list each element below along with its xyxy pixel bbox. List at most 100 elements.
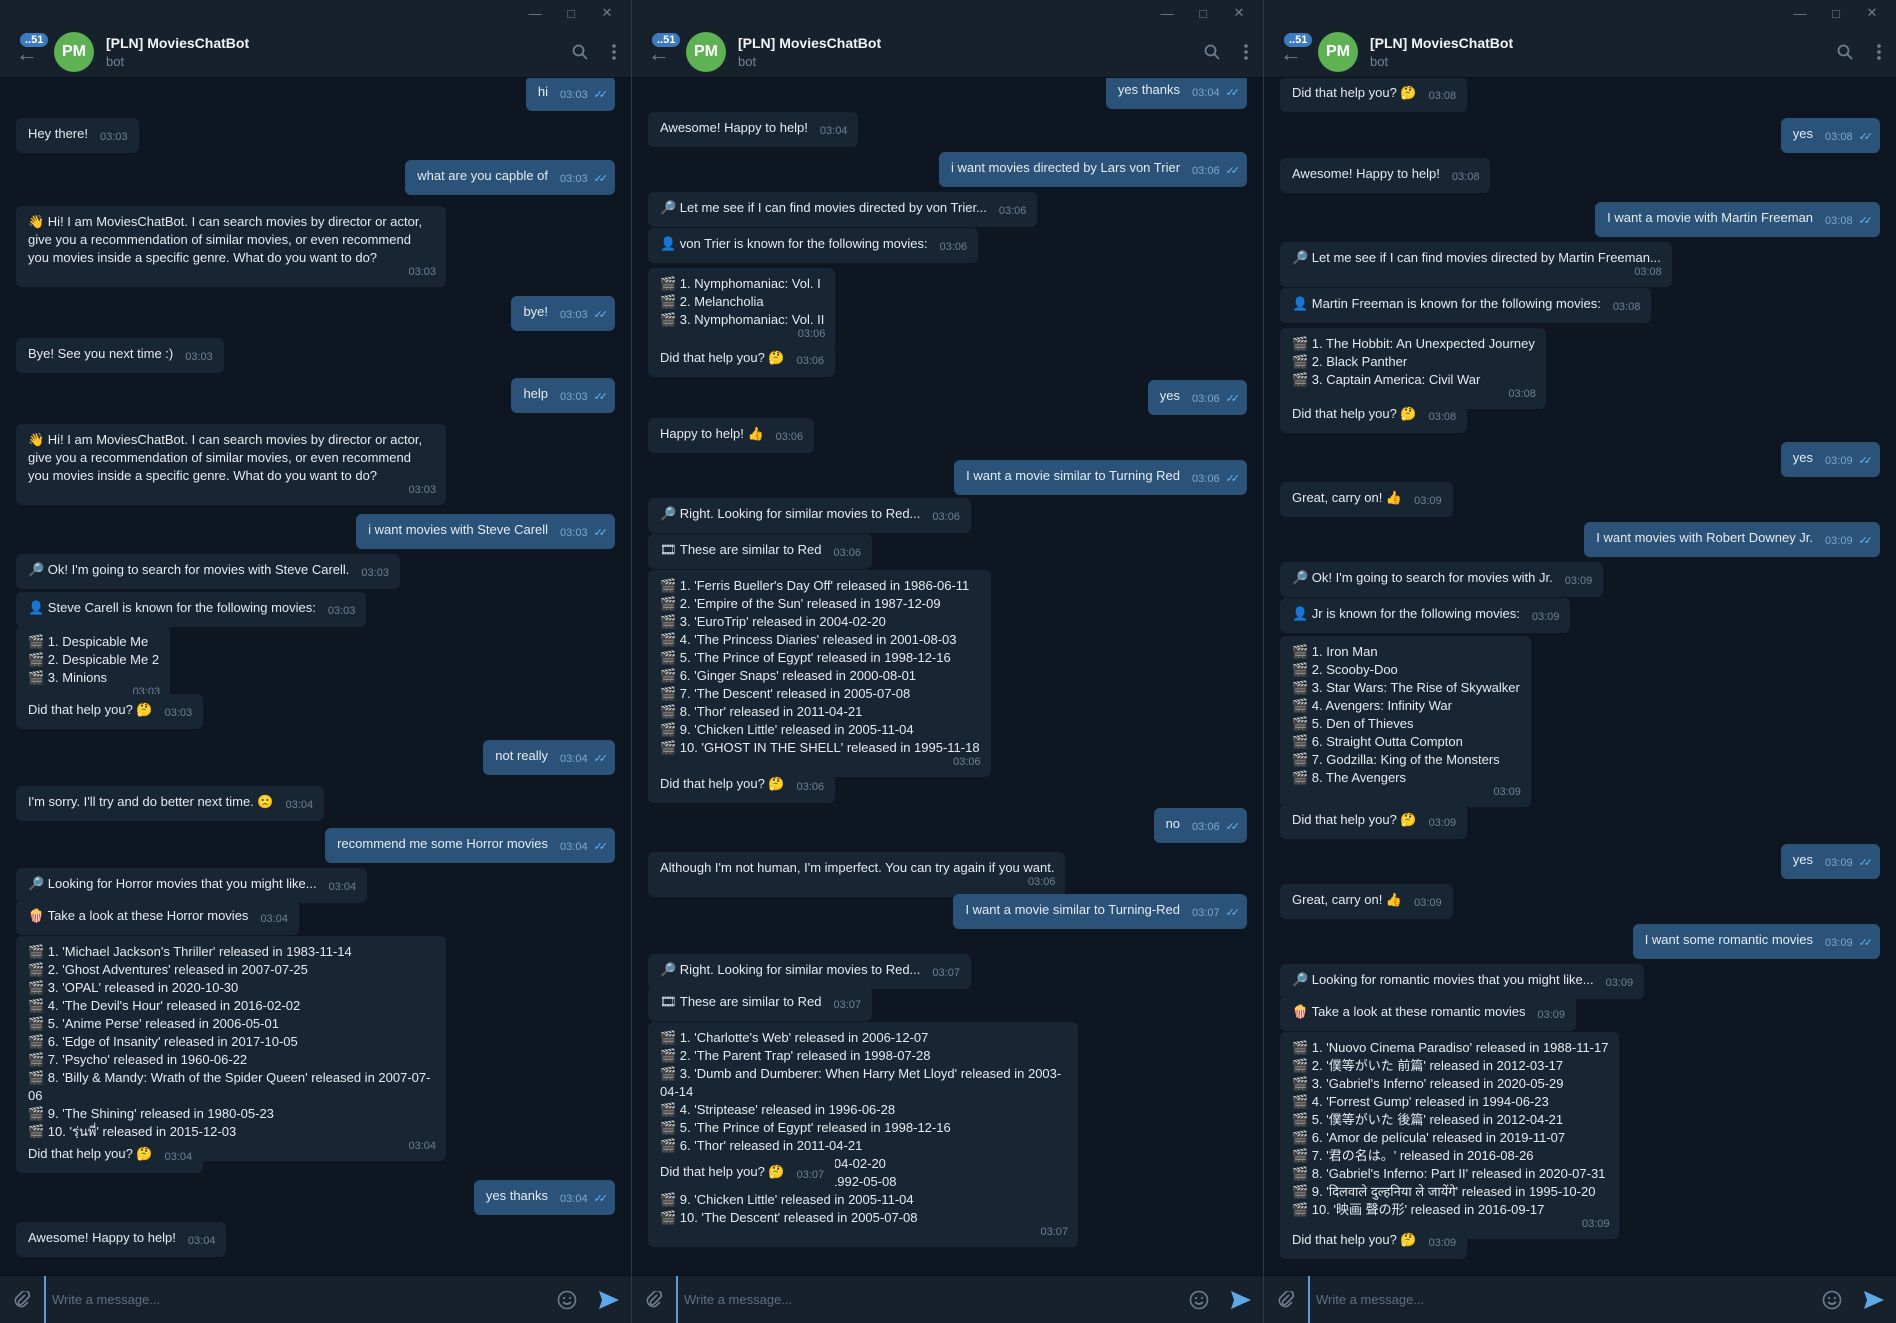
- attach-icon[interactable]: [632, 1290, 676, 1309]
- attach-icon[interactable]: [0, 1290, 44, 1309]
- incoming-message[interactable]: 🍿 Take a look at these Horror movies 03:0…: [16, 900, 299, 935]
- back-button[interactable]: ← ..51: [0, 26, 50, 78]
- search-icon[interactable]: [1828, 26, 1862, 78]
- incoming-message[interactable]: 🔎 Looking for romantic movies that you m…: [1280, 964, 1645, 999]
- minimize-icon[interactable]: —: [517, 0, 553, 26]
- outgoing-message[interactable]: not really 03:04 ✓✓: [483, 740, 615, 775]
- incoming-message[interactable]: 👤 von Trier is known for the following m…: [648, 228, 979, 263]
- close-icon[interactable]: ✕: [589, 0, 625, 26]
- chat-title-block[interactable]: [PLN] MoviesChatBot bot: [1370, 35, 1828, 69]
- incoming-message[interactable]: Great, carry on! 👍 03:09: [1280, 884, 1453, 919]
- outgoing-message[interactable]: i want movies with Steve Carell 03:03 ✓✓: [356, 514, 615, 549]
- message-input[interactable]: [676, 1275, 1179, 1323]
- message-list[interactable]: Did that help you? 🤔 03:08 yes 03:08 ✓✓ Aweso…: [1264, 78, 1896, 1275]
- avatar[interactable]: PM: [1318, 31, 1358, 72]
- outgoing-message[interactable]: I want a movie similar to Turning Red 03:…: [954, 460, 1247, 495]
- incoming-message[interactable]: 🍿 Take a look at these romantic movies 03…: [1280, 996, 1576, 1031]
- send-icon[interactable]: [587, 1290, 631, 1310]
- outgoing-message[interactable]: recommend me some Horror movies 03:04 ✓✓: [325, 828, 615, 863]
- incoming-message[interactable]: Although I'm not human, I'm imperfect. Y…: [648, 852, 1066, 897]
- incoming-message[interactable]: Great, carry on! 👍 03:09: [1280, 482, 1453, 517]
- incoming-message[interactable]: 🔎 Let me see if I can find movies direct…: [1280, 242, 1672, 287]
- incoming-message[interactable]: Did that help you? 🤔 03:04: [16, 1138, 204, 1173]
- more-options-icon[interactable]: [597, 26, 631, 78]
- incoming-message[interactable]: Did that help you? 🤔 03:09: [1280, 804, 1468, 839]
- maximize-icon[interactable]: □: [553, 0, 589, 26]
- maximize-icon[interactable]: □: [1818, 0, 1854, 26]
- outgoing-message[interactable]: no 03:06 ✓✓: [1153, 808, 1247, 843]
- incoming-message[interactable]: Did that help you? 🤔 03:08: [1280, 398, 1468, 433]
- outgoing-message[interactable]: I want a movie similar to Turning-Red 03:…: [953, 894, 1247, 929]
- incoming-message[interactable]: 🔎 Right. Looking for similar movies to R…: [648, 498, 971, 533]
- message-list[interactable]: hi 03:03 ✓✓ Hey there! 03:03 what are you cap…: [0, 78, 631, 1275]
- incoming-message[interactable]: Did that help you? 🤔 03:09: [1280, 1224, 1468, 1259]
- attach-icon[interactable]: [1264, 1290, 1308, 1309]
- chat-title-block[interactable]: [PLN] MoviesChatBot bot: [106, 35, 563, 69]
- maximize-icon[interactable]: □: [1185, 0, 1221, 26]
- outgoing-message[interactable]: yes 03:06 ✓✓: [1147, 380, 1247, 415]
- outgoing-message[interactable]: yes thanks 03:04 ✓✓: [473, 1180, 615, 1215]
- outgoing-message[interactable]: yes thanks 03:04 ✓✓: [1105, 78, 1247, 109]
- incoming-message[interactable]: 🔎 Ok! I'm going to search for movies wit…: [16, 554, 400, 589]
- outgoing-message[interactable]: yes 03:09 ✓✓: [1780, 442, 1880, 477]
- incoming-message[interactable]: 👤 Steve Carell is known for the followin…: [16, 592, 367, 627]
- incoming-message[interactable]: Bye! See you next time :) 03:03: [16, 338, 224, 373]
- avatar[interactable]: PM: [54, 31, 94, 72]
- incoming-message[interactable]: Awesome! Happy to help! 03:04: [16, 1222, 227, 1257]
- more-options-icon[interactable]: [1229, 26, 1263, 78]
- avatar[interactable]: PM: [686, 31, 726, 72]
- incoming-message[interactable]: Awesome! Happy to help! 03:04: [648, 112, 859, 147]
- incoming-message[interactable]: 🔎 Ok! I'm going to search for movies wit…: [1280, 562, 1604, 597]
- incoming-message[interactable]: 🎞 These are similar to Red 03:07: [648, 986, 873, 1021]
- back-button[interactable]: ← ..51: [1264, 26, 1314, 78]
- back-button[interactable]: ← ..51: [632, 26, 682, 78]
- incoming-message[interactable]: I'm sorry. I'll try and do better next t…: [16, 786, 325, 821]
- incoming-message[interactable]: 🎬 1. 'Charlotte's Web' released in 2006-…: [648, 1022, 1078, 1247]
- incoming-message[interactable]: Did that help you? 🤔 03:06: [648, 768, 836, 803]
- send-icon[interactable]: [1852, 1290, 1896, 1310]
- outgoing-message[interactable]: bye! 03:03 ✓✓: [511, 296, 615, 331]
- minimize-icon[interactable]: —: [1782, 0, 1818, 26]
- chat-title-block[interactable]: [PLN] MoviesChatBot bot: [738, 35, 1195, 69]
- send-icon[interactable]: [1219, 1290, 1263, 1310]
- search-icon[interactable]: [563, 26, 597, 78]
- message-input[interactable]: [1308, 1275, 1812, 1323]
- emoji-icon[interactable]: [1179, 1290, 1219, 1310]
- incoming-message[interactable]: Awesome! Happy to help! 03:08: [1280, 158, 1491, 193]
- outgoing-message[interactable]: yes 03:09 ✓✓: [1780, 844, 1880, 879]
- search-icon[interactable]: [1195, 26, 1229, 78]
- outgoing-message[interactable]: I want movies with Robert Downey Jr. 03:0…: [1584, 522, 1880, 557]
- outgoing-message[interactable]: help 03:03 ✓✓: [511, 378, 615, 413]
- incoming-message[interactable]: 🔎 Right. Looking for similar movies to R…: [648, 954, 971, 989]
- outgoing-message[interactable]: yes 03:08 ✓✓: [1780, 118, 1880, 153]
- outgoing-message[interactable]: i want movies directed by Lars von Trier…: [938, 152, 1247, 187]
- close-icon[interactable]: ✕: [1221, 0, 1257, 26]
- incoming-message[interactable]: 👤 Jr is known for the following movies: 0…: [1280, 598, 1571, 633]
- incoming-message[interactable]: Did that help you? 🤔 03:07: [648, 1156, 836, 1191]
- minimize-icon[interactable]: —: [1149, 0, 1185, 26]
- incoming-message[interactable]: 🎬 1. Nymphomaniac: Vol. I 🎬 2. Melanchol…: [648, 268, 836, 349]
- incoming-message[interactable]: 🎬 1. Iron Man 🎬 2. Scooby-Doo 🎬 3. Star …: [1280, 636, 1531, 807]
- incoming-message[interactable]: 🔎 Let me see if I can find movies direct…: [648, 192, 1038, 227]
- incoming-message[interactable]: Did that help you? 🤔 03:06: [648, 342, 836, 377]
- outgoing-message[interactable]: I want a movie with Martin Freeman 03:08 ✓…: [1595, 202, 1880, 237]
- more-options-icon[interactable]: [1862, 26, 1896, 78]
- incoming-message[interactable]: Happy to help! 👍 03:06: [648, 418, 815, 453]
- close-icon[interactable]: ✕: [1854, 0, 1890, 26]
- incoming-message[interactable]: 🎞 These are similar to Red 03:06: [648, 534, 873, 569]
- outgoing-message[interactable]: what are you capble of 03:03 ✓✓: [405, 160, 615, 195]
- incoming-message[interactable]: 🎬 1. 'Ferris Bueller's Day Off' released…: [648, 570, 991, 777]
- incoming-message[interactable]: 👤 Martin Freeman is known for the follow…: [1280, 288, 1652, 323]
- incoming-message[interactable]: 👋 Hi! I am MoviesChatBot. I can search m…: [16, 424, 446, 505]
- incoming-message[interactable]: 👋 Hi! I am MoviesChatBot. I can search m…: [16, 206, 446, 287]
- emoji-icon[interactable]: [1812, 1290, 1852, 1310]
- incoming-message[interactable]: Did that help you? 🤔 03:03: [16, 694, 204, 729]
- incoming-message[interactable]: 🔎 Looking for Horror movies that you mig…: [16, 868, 368, 903]
- message-list[interactable]: yes thanks 03:04 ✓✓ Awesome! Happy to help!…: [632, 78, 1263, 1275]
- message-input[interactable]: [44, 1275, 547, 1323]
- incoming-message[interactable]: 🎬 1. 'Michael Jackson's Thriller' releas…: [16, 936, 446, 1161]
- incoming-message[interactable]: 🎬 1. The Hobbit: An Unexpected Journey 🎬…: [1280, 328, 1546, 409]
- outgoing-message[interactable]: I want some romantic movies 03:09 ✓✓: [1632, 924, 1880, 959]
- outgoing-message[interactable]: hi 03:03 ✓✓: [525, 78, 615, 111]
- incoming-message[interactable]: Hey there! 03:03: [16, 118, 139, 153]
